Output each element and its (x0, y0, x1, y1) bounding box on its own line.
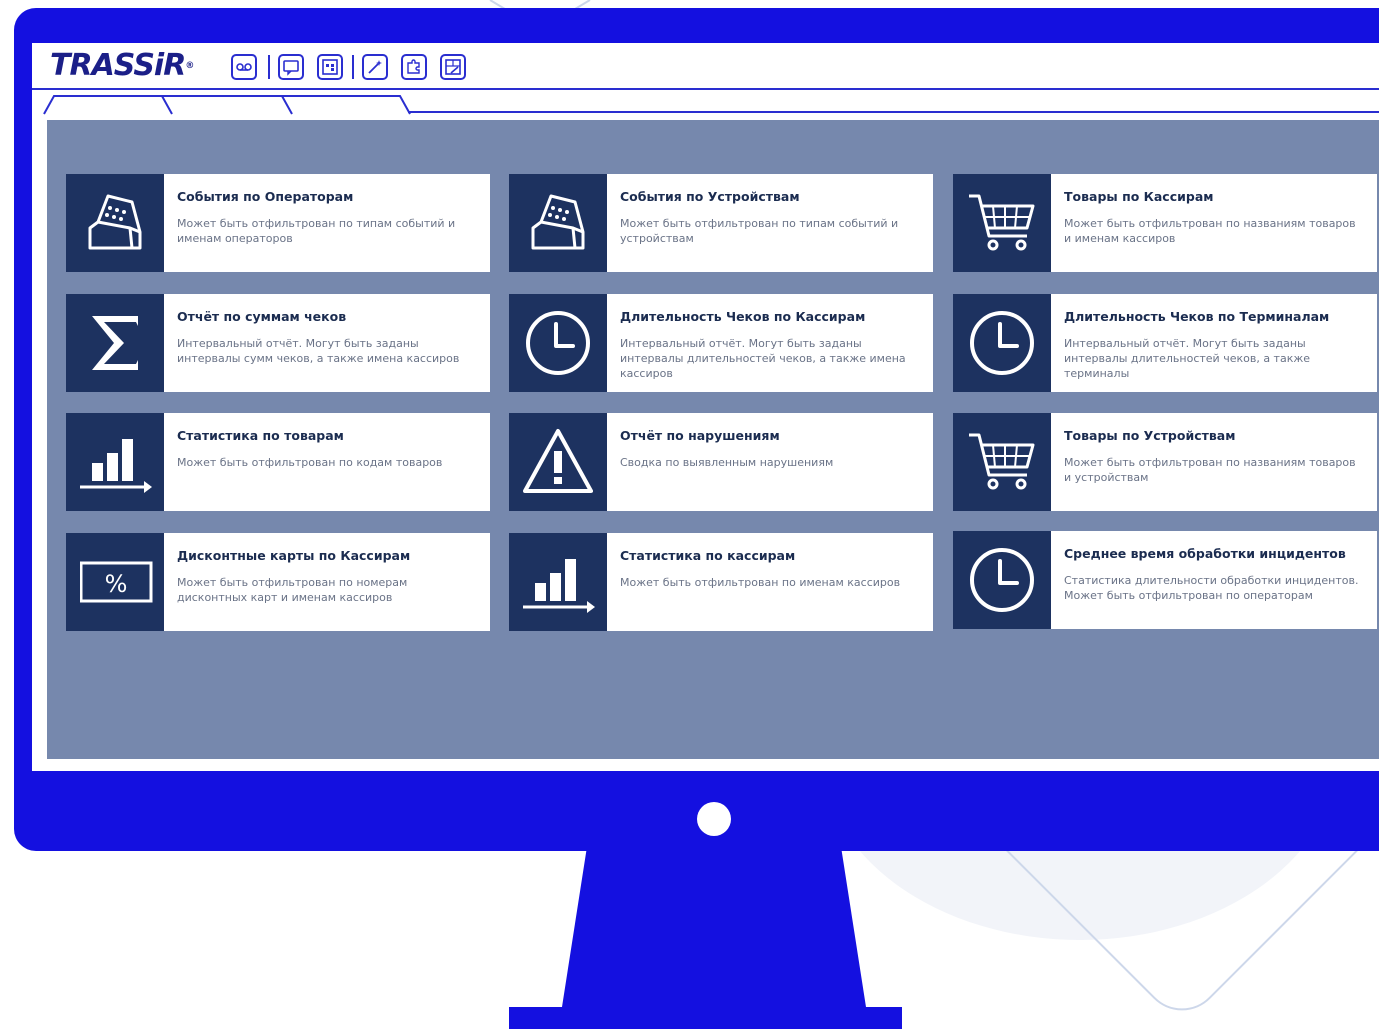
report-title: События по Операторам (177, 189, 354, 204)
svg-text:%: % (105, 570, 128, 598)
report-description: Может быть отфильтрован по типам событий… (620, 217, 899, 245)
report-card[interactable]: Отчёт по нарушениям Сводка по выявленным… (509, 413, 933, 511)
cart-icon (953, 413, 1051, 511)
report-description: Интервальный отчёт. Могут быть заданы ин… (1064, 337, 1311, 380)
report-description: Интервальный отчёт. Могут быть заданы ин… (620, 337, 906, 380)
message-icon[interactable] (278, 54, 304, 80)
toolbar: TRASSiR® (32, 43, 1379, 89)
report-title: Товары по Устройствам (1064, 428, 1236, 443)
monitor-stand (562, 851, 866, 1007)
report-description: Статистика длительности обработки инциде… (1064, 574, 1359, 602)
monitor-frame: TRASSiR® События по Операторам Может быт… (14, 8, 1379, 851)
trassir-logo: TRASSiR® (50, 48, 194, 83)
toolbar-divider (32, 88, 1379, 90)
report-card[interactable]: События по Устройствам Может быть отфиль… (509, 174, 933, 272)
clock-icon (509, 294, 607, 392)
percent-card-icon: % (66, 533, 164, 631)
report-title: Статистика по товарам (177, 428, 344, 443)
report-card[interactable]: Статистика по кассирам Может быть отфиль… (509, 533, 933, 631)
report-description: Может быть отфильтрован по названиям тов… (1064, 456, 1356, 484)
cash-register-icon (509, 174, 607, 272)
tab-bar-line (408, 111, 1379, 113)
warning-icon (509, 413, 607, 511)
registered-mark: ® (185, 61, 194, 71)
report-title: Длительность Чеков по Кассирам (620, 309, 866, 324)
report-description: Сводка по выявленным нарушениям (620, 456, 834, 469)
layout-icon[interactable] (317, 54, 343, 80)
report-description: Интервальный отчёт. Могут быть заданы ин… (177, 337, 460, 365)
toolbar-separator (352, 55, 354, 79)
report-title: Среднее время обработки инцидентов (1064, 546, 1346, 561)
report-title: Статистика по кассирам (620, 548, 796, 563)
report-title: Дисконтные карты по Кассирам (177, 548, 411, 563)
report-description: Может быть отфильтрован по именам кассир… (620, 576, 901, 589)
report-card[interactable]: События по Операторам Может быть отфильт… (66, 174, 490, 272)
cash-register-icon (66, 174, 164, 272)
report-card[interactable]: Товары по Устройствам Может быть отфильт… (953, 413, 1377, 511)
monitor-screen: TRASSiR® События по Операторам Может быт… (32, 43, 1379, 771)
puzzle-icon[interactable] (401, 54, 427, 80)
report-card[interactable]: Товары по Кассирам Может быть отфильтров… (953, 174, 1377, 272)
report-description: Может быть отфильтрован по типам событий… (177, 217, 456, 245)
report-description: Может быть отфильтрован по кодам товаров (177, 456, 443, 469)
editor-icon[interactable] (440, 54, 466, 80)
bar-chart-icon (66, 413, 164, 511)
report-card[interactable]: Длительность Чеков по Терминалам Интерва… (953, 294, 1377, 392)
report-card[interactable]: Статистика по товарам Может быть отфильт… (66, 413, 490, 511)
tape-icon[interactable] (231, 54, 257, 80)
report-title: Отчёт по нарушениям (620, 428, 780, 443)
report-title: Отчёт по суммам чеков (177, 309, 347, 324)
clock-icon (953, 531, 1051, 629)
report-card[interactable]: Отчёт по суммам чеков Интервальный отчёт… (66, 294, 490, 392)
cart-icon (953, 174, 1051, 272)
report-description: Может быть отфильтрован по номерам диско… (177, 576, 408, 604)
report-title: Длительность Чеков по Терминалам (1064, 309, 1330, 324)
sigma-icon (66, 294, 164, 392)
report-title: События по Устройствам (620, 189, 800, 204)
tab-bar (43, 95, 411, 115)
clock-icon (953, 294, 1051, 392)
report-card[interactable]: Длительность Чеков по Кассирам Интерваль… (509, 294, 933, 392)
bar-chart-icon (509, 533, 607, 631)
reports-panel: События по Операторам Может быть отфильт… (47, 120, 1379, 759)
report-description: Может быть отфильтрован по названиям тов… (1064, 217, 1356, 245)
toolbar-separator (268, 55, 270, 79)
monitor-camera-dot (697, 802, 731, 836)
report-card[interactable]: Среднее время обработки инцидентов Стати… (953, 531, 1377, 629)
report-title: Товары по Кассирам (1064, 189, 1214, 204)
report-card[interactable]: % Дисконтные карты по Кассирам Может быт… (66, 533, 490, 631)
logo-text: TRASSiR (50, 48, 186, 83)
monitor-base (509, 1007, 902, 1029)
wand-icon[interactable] (362, 54, 388, 80)
